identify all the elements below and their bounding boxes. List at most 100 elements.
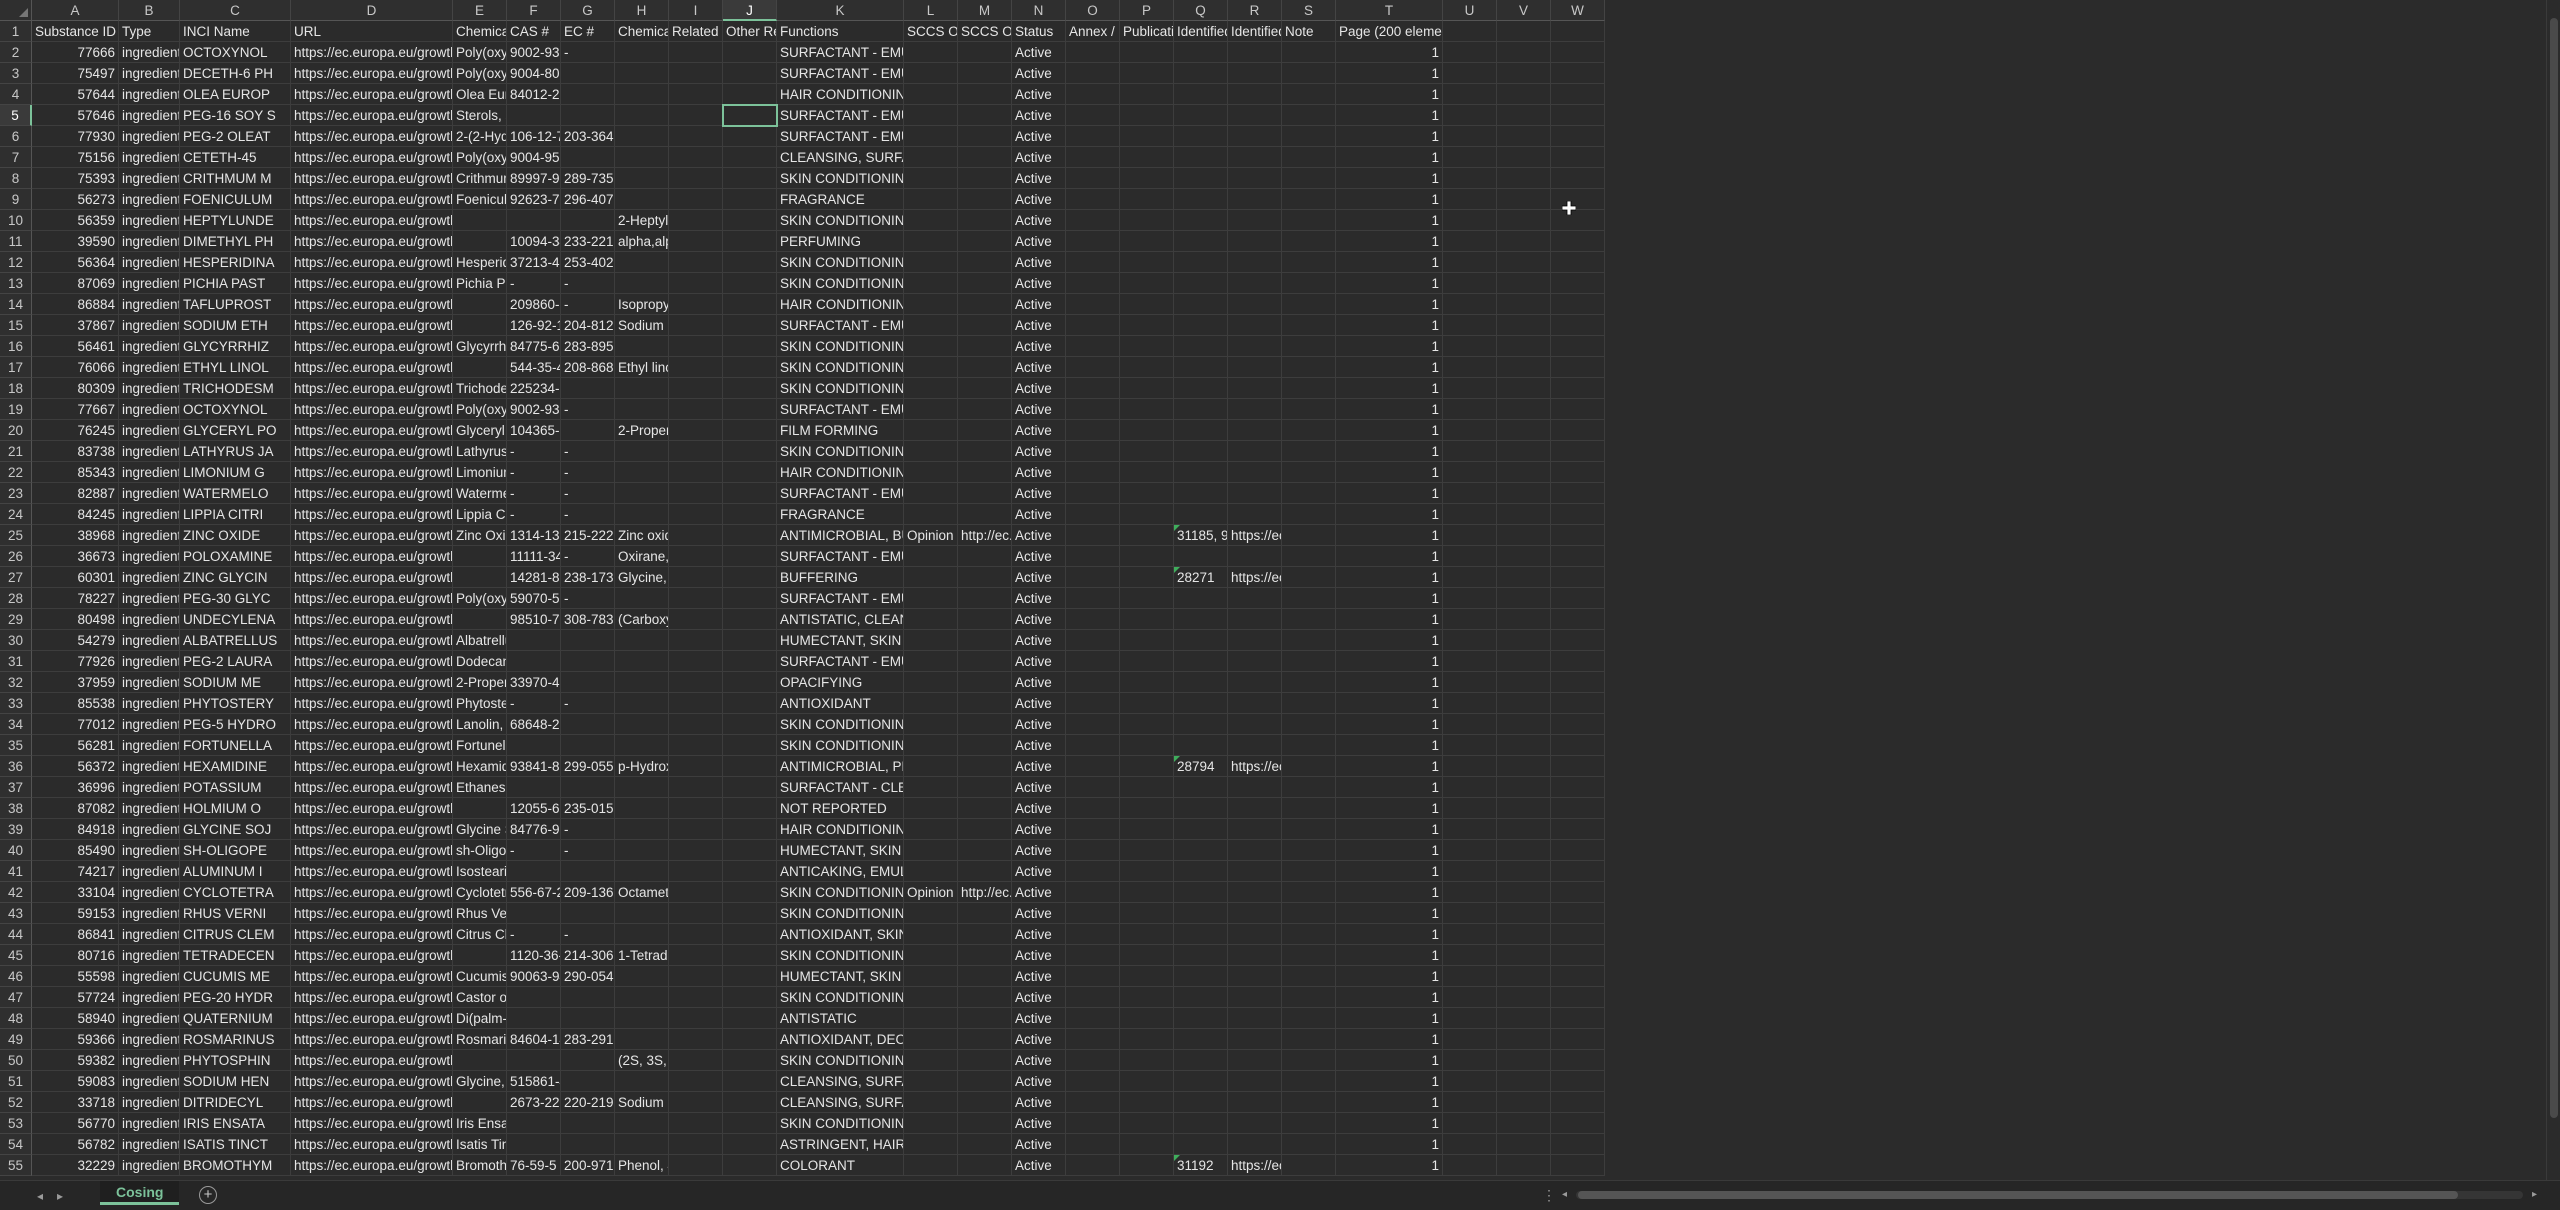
cell-t[interactable]: 1 xyxy=(1336,420,1443,441)
cell-i[interactable] xyxy=(669,966,723,987)
cell-f[interactable]: - xyxy=(507,441,561,462)
cell-k[interactable]: ANTISTATIC, CLEANSING, SURFA xyxy=(777,609,904,630)
cell-e[interactable] xyxy=(453,210,507,231)
select-all-corner[interactable] xyxy=(0,0,32,21)
cell-p[interactable] xyxy=(1120,147,1174,168)
cell-t[interactable]: 1 xyxy=(1336,1029,1443,1050)
cell-j[interactable] xyxy=(723,1029,777,1050)
cell-t[interactable]: 1 xyxy=(1336,315,1443,336)
cell-h[interactable] xyxy=(615,504,669,525)
header-cell[interactable] xyxy=(1443,21,1497,42)
cell-u[interactable] xyxy=(1443,567,1497,588)
cell-q[interactable] xyxy=(1174,861,1228,882)
cell-u[interactable] xyxy=(1443,819,1497,840)
cell-u[interactable] xyxy=(1443,378,1497,399)
cell-b[interactable]: ingredient xyxy=(119,126,180,147)
cell-a[interactable]: 85343 xyxy=(32,462,119,483)
cell-d[interactable]: https://ec.europa.eu/growth/tools-databa… xyxy=(291,462,453,483)
cell-c[interactable]: PHYTOSTERY xyxy=(180,693,291,714)
cell-g[interactable]: - xyxy=(561,273,615,294)
cell-i[interactable] xyxy=(669,336,723,357)
cell-a[interactable]: 59382 xyxy=(32,1050,119,1071)
cell-q[interactable] xyxy=(1174,651,1228,672)
cell-k[interactable]: SKIN CONDITIONING xyxy=(777,336,904,357)
cell-s[interactable] xyxy=(1282,672,1336,693)
cell-d[interactable]: https://ec.europa.eu/growth/tools-databa… xyxy=(291,357,453,378)
cell-s[interactable] xyxy=(1282,168,1336,189)
cell-d[interactable]: https://ec.europa.eu/growth/tools-databa… xyxy=(291,924,453,945)
cell-i[interactable] xyxy=(669,798,723,819)
header-cell[interactable]: URL xyxy=(291,21,453,42)
cell-v[interactable] xyxy=(1497,588,1551,609)
cell-c[interactable]: ALBATRELLUS xyxy=(180,630,291,651)
cell-h[interactable]: Zinc oxide (C xyxy=(615,525,669,546)
cell-g[interactable] xyxy=(561,1008,615,1029)
cell-i[interactable] xyxy=(669,84,723,105)
cell-d[interactable]: https://ec.europa.eu/growth/tools-databa… xyxy=(291,84,453,105)
cell-h[interactable] xyxy=(615,273,669,294)
cell-l[interactable] xyxy=(904,651,958,672)
cell-h[interactable] xyxy=(615,588,669,609)
cell-o[interactable] xyxy=(1066,210,1120,231)
cell-b[interactable]: ingredient xyxy=(119,294,180,315)
cell-s[interactable] xyxy=(1282,819,1336,840)
cell-h[interactable] xyxy=(615,840,669,861)
cell-j[interactable] xyxy=(723,861,777,882)
cell-t[interactable]: 1 xyxy=(1336,714,1443,735)
cell-g[interactable]: 290-054-3 xyxy=(561,966,615,987)
cell-v[interactable] xyxy=(1497,462,1551,483)
cell-s[interactable] xyxy=(1282,1092,1336,1113)
cell-e[interactable]: sh-Oligopept xyxy=(453,840,507,861)
cell-l[interactable] xyxy=(904,378,958,399)
cell-i[interactable] xyxy=(669,105,723,126)
cell-n[interactable]: Active xyxy=(1012,126,1066,147)
cell-b[interactable]: ingredient xyxy=(119,672,180,693)
cell-m[interactable] xyxy=(958,609,1012,630)
cell-e[interactable]: 2-Propenoic a xyxy=(453,672,507,693)
cell-d[interactable]: https://ec.europa.eu/growth/tools-databa… xyxy=(291,903,453,924)
cell-h[interactable] xyxy=(615,714,669,735)
cell-g[interactable]: 296-407-8 xyxy=(561,189,615,210)
cell-b[interactable]: ingredient xyxy=(119,1113,180,1134)
cell-c[interactable]: OCTOXYNOL xyxy=(180,42,291,63)
cell-s[interactable] xyxy=(1282,924,1336,945)
cell-d[interactable]: https://ec.europa.eu/growth/tools-databa… xyxy=(291,546,453,567)
cell-d[interactable]: https://ec.europa.eu/growth/tools-databa… xyxy=(291,1008,453,1029)
cell-u[interactable] xyxy=(1443,714,1497,735)
cell-h[interactable]: Oxirane, met xyxy=(615,546,669,567)
cell-j[interactable] xyxy=(723,84,777,105)
cell-d[interactable]: https://ec.europa.eu/growth/tools-databa… xyxy=(291,735,453,756)
cell-q[interactable] xyxy=(1174,714,1228,735)
cell-u[interactable] xyxy=(1443,798,1497,819)
cell-g[interactable]: 308-783-3 xyxy=(561,609,615,630)
cell-f[interactable]: 98510-75-9 xyxy=(507,609,561,630)
cell-n[interactable]: Active xyxy=(1012,147,1066,168)
cell-h[interactable]: Ethyl linoleat xyxy=(615,357,669,378)
cell-d[interactable]: https://ec.europa.eu/growth/tools-databa… xyxy=(291,294,453,315)
cell-l[interactable] xyxy=(904,1155,958,1176)
cell-j[interactable] xyxy=(723,42,777,63)
cell-t[interactable]: 1 xyxy=(1336,42,1443,63)
cell-u[interactable] xyxy=(1443,1071,1497,1092)
cell-r[interactable] xyxy=(1228,84,1282,105)
cell-a[interactable]: 56770 xyxy=(32,1113,119,1134)
cell-t[interactable]: 1 xyxy=(1336,294,1443,315)
cell-r[interactable] xyxy=(1228,315,1282,336)
cell-e[interactable]: Lanolin, hydr xyxy=(453,714,507,735)
cell-i[interactable] xyxy=(669,1155,723,1176)
cell-r[interactable] xyxy=(1228,504,1282,525)
cell-q[interactable] xyxy=(1174,924,1228,945)
cell-n[interactable]: Active xyxy=(1012,924,1066,945)
cell-i[interactable] xyxy=(669,588,723,609)
column-header-w[interactable]: W xyxy=(1551,0,1605,21)
cell-q[interactable] xyxy=(1174,84,1228,105)
cell-n[interactable]: Active xyxy=(1012,294,1066,315)
cell-p[interactable] xyxy=(1120,441,1174,462)
cell-l[interactable] xyxy=(904,63,958,84)
cell-n[interactable]: Active xyxy=(1012,1029,1066,1050)
cell-c[interactable]: ALUMINUM I xyxy=(180,861,291,882)
cell-u[interactable] xyxy=(1443,945,1497,966)
cell-g[interactable] xyxy=(561,63,615,84)
cell-l[interactable] xyxy=(904,420,958,441)
cell-d[interactable]: https://ec.europa.eu/growth/tools-databa… xyxy=(291,861,453,882)
